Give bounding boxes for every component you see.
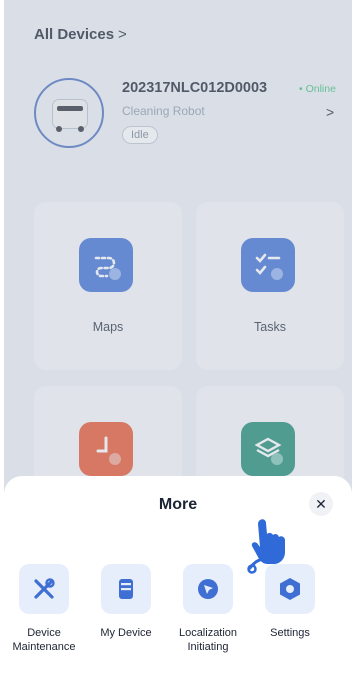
app-screen: All Devices > 202317NLC012D0003 • Online … — [4, 0, 352, 684]
my-device-label: My Device — [100, 627, 152, 639]
sheet-title: More — [158, 496, 198, 513]
location-icon — [183, 564, 233, 614]
settings-label: Settings — [270, 627, 310, 639]
wrench-icon — [19, 564, 69, 614]
close-icon: ✕ — [315, 495, 327, 512]
close-button[interactable]: ✕ — [309, 492, 333, 516]
more-sheet: More ✕ Device Maintenance My Device Loca… — [4, 476, 352, 684]
robot-icon — [101, 564, 151, 614]
localization-initiating-label: Localization Initiating — [178, 627, 238, 653]
tap-hand-icon — [247, 519, 285, 574]
bottom-edge — [0, 680, 356, 684]
device-maintenance-label: Device Maintenance — [12, 627, 76, 653]
